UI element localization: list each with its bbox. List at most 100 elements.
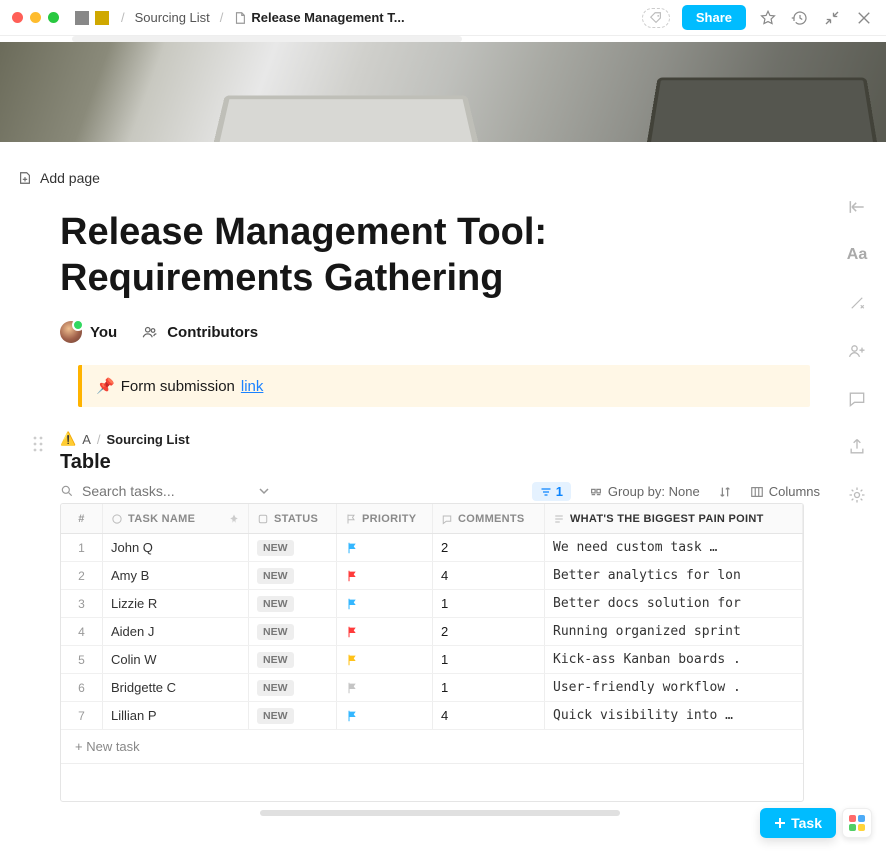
cell-comments[interactable]: 1 [433, 674, 545, 701]
cell-status[interactable]: NEW [249, 674, 337, 701]
favorite-button[interactable] [758, 8, 778, 28]
cell-pain-point[interactable]: Better docs solution for [545, 590, 803, 617]
cell-pain-point[interactable]: Kick-ass Kanban boards . [545, 646, 803, 673]
cell-task-name[interactable]: John Q [103, 534, 249, 561]
col-header-priority[interactable]: PRIORITY [337, 504, 433, 533]
cell-task-name[interactable]: Lizzie R [103, 590, 249, 617]
add-page-button[interactable]: Add page [18, 170, 820, 186]
table-title[interactable]: Table [60, 451, 820, 474]
table-row[interactable]: 3Lizzie RNEW1Better docs solution for [61, 590, 803, 618]
table-breadcrumb[interactable]: ⚠️ A / Sourcing List [60, 431, 820, 447]
page-title[interactable]: Release Management Tool: Requirements Ga… [60, 210, 760, 301]
cell-pain-point[interactable]: We need custom task … [545, 534, 803, 561]
cell-status[interactable]: NEW [249, 562, 337, 589]
cell-priority[interactable] [337, 702, 433, 729]
groupby-button[interactable]: Group by: None [589, 484, 700, 499]
drag-icon [32, 435, 44, 453]
cell-pain-point[interactable]: Running organized sprint [545, 618, 803, 645]
typography-button[interactable]: Aa [846, 244, 868, 266]
cell-comments[interactable]: 1 [433, 590, 545, 617]
callout-link[interactable]: link [241, 378, 264, 395]
breadcrumb-current[interactable]: Release Management T... [233, 10, 404, 25]
people-button[interactable] [846, 340, 868, 362]
apps-fab[interactable] [842, 808, 872, 838]
cell-priority[interactable] [337, 534, 433, 561]
col-header-number[interactable]: # [61, 504, 103, 533]
table-row[interactable]: 7Lillian PNEW4Quick visibility into … [61, 702, 803, 730]
window-close-icon[interactable] [12, 12, 23, 23]
new-task-row[interactable]: + New task [61, 730, 803, 763]
table-row[interactable]: 1John QNEW2We need custom task … [61, 534, 803, 562]
callout-block[interactable]: 📌 Form submission link [78, 365, 810, 407]
table-horizontal-scrollbar[interactable] [260, 810, 620, 816]
cell-pain-point[interactable]: User-friendly workflow . [545, 674, 803, 701]
tags-pill[interactable] [642, 8, 670, 28]
comments-button[interactable] [846, 388, 868, 410]
table-row[interactable]: 5Colin WNEW 1Kick-ass Kanban boards . [61, 646, 803, 674]
cell-task-name[interactable]: Colin W [103, 646, 249, 673]
cell-priority[interactable] [337, 618, 433, 645]
filter-button[interactable]: 1 [532, 482, 571, 501]
ai-button[interactable] [846, 292, 868, 314]
col-header-name[interactable]: TASK NAME [103, 504, 249, 533]
typography-icon: Aa [847, 246, 867, 264]
table-row[interactable]: 6Bridgette CNEW1User-friendly workflow . [61, 674, 803, 702]
cell-priority[interactable] [337, 646, 433, 673]
cell-status[interactable]: NEW [249, 590, 337, 617]
cell-comments[interactable]: 2 [433, 534, 545, 561]
drag-handle[interactable] [32, 435, 44, 458]
col-header-pain[interactable]: WHAT'S THE BIGGEST PAIN POINT [545, 504, 803, 533]
cell-priority[interactable] [337, 562, 433, 589]
window-minimize-icon[interactable] [30, 12, 41, 23]
cell-priority[interactable] [337, 590, 433, 617]
cell-pain-point[interactable]: Quick visibility into … [545, 702, 803, 729]
cell-priority[interactable] [337, 674, 433, 701]
share-button[interactable]: Share [682, 5, 746, 30]
cell-status[interactable]: NEW [249, 618, 337, 645]
table-row[interactable]: 4Aiden JNEW2Running organized sprint [61, 618, 803, 646]
collapse-button[interactable] [822, 8, 842, 28]
sort-button[interactable] [718, 485, 732, 499]
app-dot-icon [849, 824, 856, 831]
priority-flag-icon [345, 653, 359, 667]
contributors-button[interactable]: Contributors [141, 323, 258, 341]
breadcrumb-parent[interactable]: Sourcing List [135, 10, 210, 25]
create-task-fab[interactable]: Task [760, 808, 836, 838]
search-tasks[interactable] [60, 482, 250, 500]
window-zoom-icon[interactable] [48, 12, 59, 23]
tag-icon [649, 11, 663, 25]
cell-status[interactable]: NEW [249, 702, 337, 729]
search-input[interactable] [80, 482, 230, 500]
cell-comments[interactable]: 4 [433, 702, 545, 729]
close-button[interactable] [854, 8, 874, 28]
window-controls [12, 12, 59, 23]
cell-comments[interactable]: 4 [433, 562, 545, 589]
cell-task-name[interactable]: Lillian P [103, 702, 249, 729]
settings-button[interactable] [846, 484, 868, 506]
table-row[interactable]: 2Amy BNEW4Better analytics for lon [61, 562, 803, 590]
cell-task-name[interactable]: Amy B [103, 562, 249, 589]
col-header-comments[interactable]: COMMENTS [433, 504, 545, 533]
cell-task-name[interactable]: Bridgette C [103, 674, 249, 701]
export-button[interactable] [846, 436, 868, 458]
cover-image[interactable] [0, 42, 886, 142]
plus-icon [774, 817, 786, 829]
chevron-down-icon[interactable] [258, 485, 270, 497]
cell-comments[interactable]: 1 [433, 646, 545, 673]
priority-flag-icon [345, 625, 359, 639]
row-number: 5 [61, 646, 103, 673]
breadcrumb-root[interactable] [75, 11, 111, 25]
cell-pain-point[interactable]: Better analytics for lon [545, 562, 803, 589]
cell-task-name[interactable]: Aiden J [103, 618, 249, 645]
cell-comments[interactable]: 2 [433, 618, 545, 645]
author-you[interactable]: You [60, 321, 117, 343]
avatar [60, 321, 82, 343]
pin-icon[interactable] [228, 513, 240, 525]
columns-button[interactable]: Columns [750, 484, 820, 499]
contributors-row: You Contributors [60, 321, 820, 343]
col-header-status[interactable]: STATUS [249, 504, 337, 533]
cell-status[interactable]: NEW [249, 646, 337, 673]
cell-status[interactable]: NEW [249, 534, 337, 561]
history-button[interactable] [790, 8, 810, 28]
outdent-button[interactable] [846, 196, 868, 218]
